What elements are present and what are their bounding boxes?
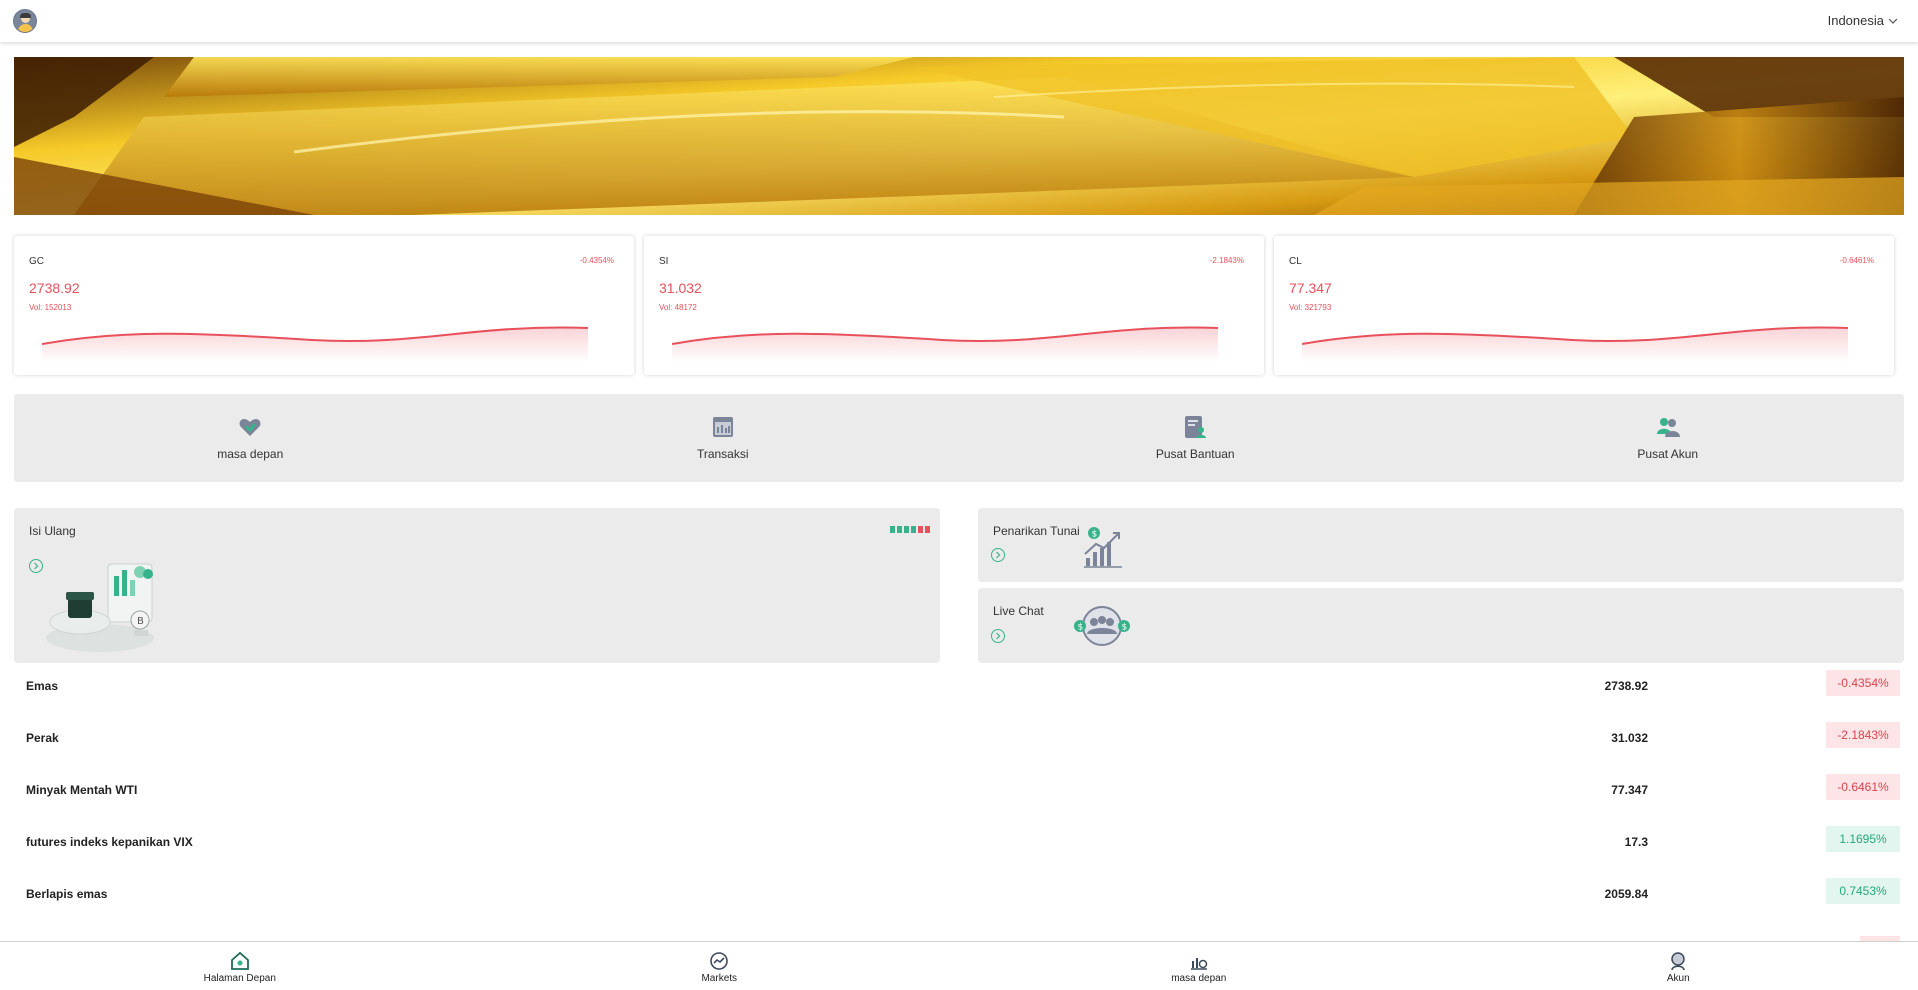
quick-item-transactions[interactable]: Transaksi	[487, 394, 960, 482]
nav-account[interactable]: Akun	[1439, 942, 1918, 990]
ticker-symbol: SI	[659, 256, 669, 267]
cash-growth-chart-icon: $	[1084, 527, 1122, 568]
ticker-volume: Vol: 152013	[29, 303, 72, 312]
quick-item-label: Pusat Akun	[1637, 447, 1699, 461]
nav-label: Markets	[701, 973, 738, 984]
live-chat-title: Live Chat	[993, 604, 1044, 618]
nav-futures[interactable]: masa depan	[959, 942, 1439, 990]
ticker-change: -0.4354%	[579, 256, 614, 265]
market-change-badge: -0.4354%	[1826, 670, 1900, 696]
ticker-volume: Vol: 48172	[659, 303, 697, 312]
market-price: 77.347	[1611, 783, 1648, 797]
quick-item-label: masa depan	[217, 447, 284, 461]
ticker-price: 31.032	[659, 280, 702, 296]
topup-card[interactable]: Isi Ulang B	[14, 508, 940, 663]
market-row-vix[interactable]: futures indeks kepanikan VIX 17.3 1.1695…	[14, 819, 1904, 871]
market-price: 31.032	[1611, 731, 1648, 745]
svg-text:$: $	[1078, 623, 1084, 633]
market-name: Minyak Mentah WTI	[26, 783, 138, 797]
nav-label: Halaman Depan	[203, 973, 276, 984]
market-name: Emas	[26, 679, 59, 693]
language-selector[interactable]: Indonesia	[1828, 13, 1898, 28]
ticker-volume: Vol: 321793	[1289, 303, 1332, 312]
ticker-change: -2.1843%	[1209, 256, 1244, 265]
withdraw-card[interactable]: Penarikan Tunai $	[978, 508, 1904, 582]
quick-item-account-center[interactable]: Pusat Akun	[1432, 394, 1905, 482]
top-bar: Indonesia	[0, 0, 1918, 42]
account-icon	[1671, 952, 1685, 971]
nav-label: masa depan	[1171, 973, 1227, 984]
market-price: 2738.92	[1604, 679, 1648, 693]
ticker-price: 2738.92	[29, 280, 80, 296]
topup-title: Isi Ulang	[29, 524, 76, 538]
quick-item-label: Transaksi	[696, 447, 749, 461]
language-label: Indonesia	[1827, 13, 1884, 28]
market-name: futures indeks kepanikan VIX	[26, 835, 193, 849]
handshake-heart-icon	[239, 419, 261, 436]
chevron-down-icon	[1888, 18, 1898, 24]
markets-icon	[710, 952, 729, 970]
quick-item-label: Pusat Bantuan	[1155, 447, 1235, 461]
nav-markets[interactable]: Markets	[480, 942, 960, 990]
ticker-symbol: CL	[1289, 256, 1302, 267]
progress-dots-icon	[890, 526, 930, 533]
live-chat-card[interactable]: Live Chat $ $	[978, 588, 1904, 663]
ticker-symbol: GC	[29, 256, 44, 267]
nav-label: Akun	[1666, 973, 1690, 984]
hero-banner-gold-bars	[14, 57, 1904, 215]
ticker-card-si[interactable]: SI -2.1843% 31.032 Vol: 48172	[644, 236, 1264, 375]
quick-menu: masa depan Transaksi Pusat Bantuan Pusat…	[14, 394, 1904, 482]
svg-text:$: $	[1122, 623, 1128, 633]
market-row-wti[interactable]: Minyak Mentah WTI 77.347 -0.6461%	[14, 767, 1904, 819]
calendar-chart-icon	[712, 417, 733, 437]
home-icon	[230, 951, 249, 970]
quick-item-futures[interactable]: masa depan	[14, 394, 487, 482]
withdraw-title: Penarikan Tunai	[993, 524, 1080, 538]
ticker-sparkline	[42, 326, 588, 362]
market-price: 2059.84	[1604, 887, 1648, 901]
futures-icon	[1190, 958, 1207, 970]
market-change-badge: -2.1843%	[1826, 722, 1900, 748]
market-change-badge: -0.6461%	[1826, 774, 1900, 800]
svg-text:B: B	[137, 616, 144, 627]
ticker-card-cl[interactable]: CL -0.6461% 77.347 Vol: 321793	[1274, 236, 1894, 375]
ticker-card-gc[interactable]: GC -0.4354% 2738.92 Vol: 152013	[14, 236, 634, 375]
market-row-gold-plated[interactable]: Berlapis emas 2059.84 0.7453%	[14, 871, 1904, 923]
group-chat-icon: $ $	[1074, 606, 1130, 646]
market-row-silver[interactable]: Perak 31.032 -2.1843%	[14, 715, 1904, 767]
arrow-right-icon[interactable]	[991, 548, 1005, 562]
market-change-badge: 1.1695%	[1826, 826, 1900, 852]
market-name: Berlapis emas	[26, 887, 108, 901]
ticker-change: -0.6461%	[1839, 256, 1874, 265]
market-price: 17.3	[1624, 835, 1648, 849]
svg-text:$: $	[1092, 530, 1098, 540]
nav-home[interactable]: Halaman Depan	[0, 942, 480, 990]
arrow-right-icon[interactable]	[991, 629, 1005, 643]
ticker-price: 77.347	[1289, 280, 1332, 296]
document-user-icon	[1185, 416, 1207, 438]
bottom-nav: Halaman Depan Markets masa depan Akun	[0, 941, 1918, 990]
quick-item-help-center[interactable]: Pusat Bantuan	[959, 394, 1432, 482]
market-name: Perak	[26, 731, 59, 745]
crypto-wallet-illustration-icon: B	[46, 563, 154, 652]
users-icon	[1656, 418, 1680, 437]
avatar[interactable]	[13, 9, 37, 33]
market-row-gold[interactable]: Emas 2738.92 -0.4354%	[14, 663, 1904, 715]
market-change-badge: 0.7453%	[1826, 878, 1900, 904]
ticker-sparkline	[1302, 326, 1848, 362]
ticker-sparkline	[672, 326, 1218, 362]
